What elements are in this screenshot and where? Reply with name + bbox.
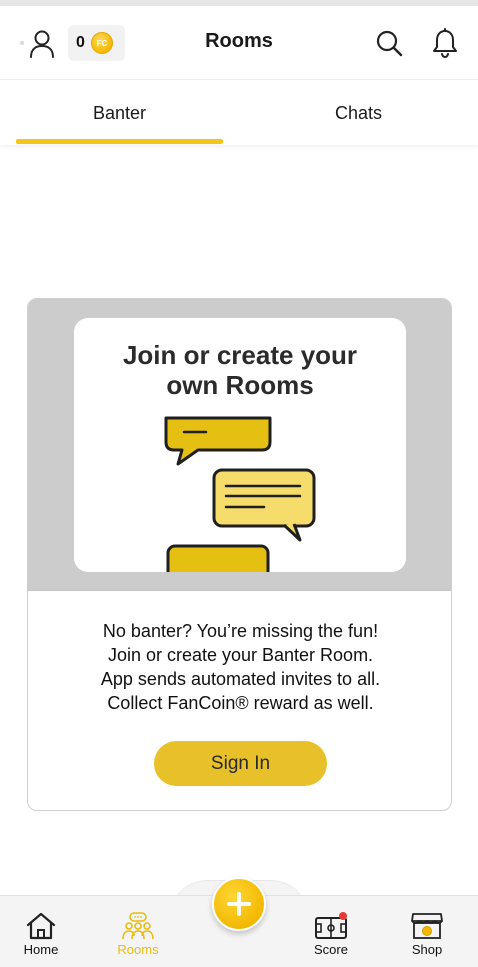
- sign-in-button[interactable]: Sign In: [154, 741, 327, 786]
- card-illustration-area: Join or create your own Rooms: [28, 299, 451, 591]
- search-button[interactable]: [372, 26, 406, 60]
- indicator-dot: [20, 41, 24, 45]
- promo-title-line: Join or create your: [122, 340, 358, 370]
- nav-item-rooms[interactable]: Rooms: [103, 896, 173, 967]
- home-icon: [26, 912, 56, 940]
- promo-banner: Join or create your own Rooms: [74, 318, 406, 572]
- rooms-icon: [122, 912, 154, 940]
- tab-chats[interactable]: Chats: [239, 81, 478, 145]
- nav-item-home[interactable]: Home: [6, 896, 76, 967]
- user-icon: [30, 30, 54, 58]
- nav-item-shop[interactable]: Shop: [392, 896, 462, 967]
- fancoin-badge-text: FC: [96, 38, 108, 48]
- bell-icon: [433, 28, 457, 58]
- nav-label-rooms: Rooms: [117, 942, 159, 957]
- room-tabs: Banter Chats: [0, 81, 478, 145]
- chat-bubble-icon: [164, 416, 272, 466]
- chat-bubble-icon: [212, 468, 316, 542]
- top-bar: 0 FC Rooms: [0, 6, 478, 80]
- nav-item-score[interactable]: Score: [296, 896, 366, 967]
- scoreboard-icon: [315, 912, 347, 939]
- tab-banter[interactable]: Banter: [0, 81, 239, 145]
- message-line: App sends automated invites to all.: [100, 669, 381, 689]
- empty-state-message: No banter? You’re missing the fun! Join …: [28, 619, 451, 715]
- active-tab-indicator: [16, 139, 223, 144]
- empty-state-card: Join or create your own Rooms No banter?…: [27, 298, 452, 811]
- promo-title-line: own Rooms: [166, 370, 314, 400]
- fancoin-icon: FC: [90, 32, 113, 54]
- notifications-button[interactable]: [428, 26, 462, 60]
- nav-label-score: Score: [314, 942, 348, 957]
- message-line: No banter? You’re missing the fun!: [102, 621, 379, 641]
- nav-label-home: Home: [23, 942, 59, 957]
- chat-bubble-icon: [166, 544, 270, 572]
- search-icon: [376, 30, 403, 57]
- coin-count: 0: [76, 34, 85, 51]
- nav-label-shop: Shop: [411, 942, 443, 957]
- profile-button[interactable]: [20, 24, 62, 64]
- message-line: Collect FanCoin® reward as well.: [107, 693, 374, 713]
- shop-icon: [411, 913, 443, 939]
- coin-balance[interactable]: 0 FC: [68, 25, 125, 61]
- message-line: Join or create your Banter Room.: [107, 645, 374, 665]
- promo-title: Join or create your own Rooms: [74, 340, 406, 400]
- plus-icon: [227, 892, 251, 916]
- create-room-fab[interactable]: [212, 877, 266, 931]
